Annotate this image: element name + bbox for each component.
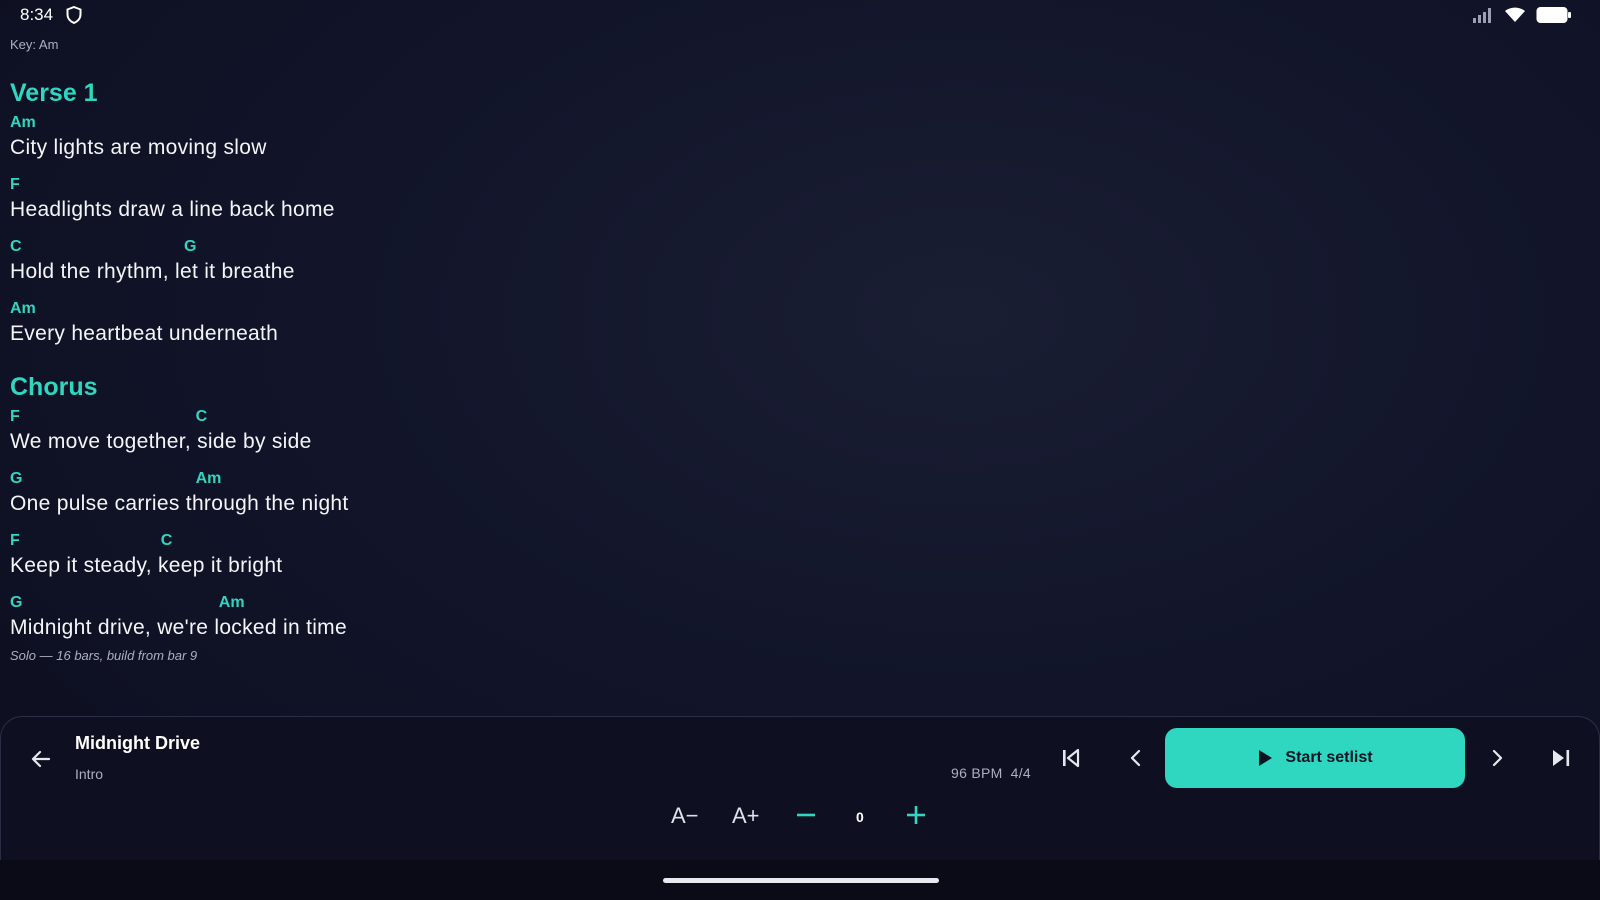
player-panel: Midnight Drive Intro 96 BPM 4/4 Start set…	[0, 716, 1600, 861]
chord-label[interactable]: C	[161, 532, 173, 550]
chord-label[interactable]: Am	[196, 470, 222, 488]
lyric-text: Headlights draw a line back home	[10, 198, 335, 221]
shield-icon	[66, 5, 82, 29]
lyric-text: City lights are moving slow	[10, 136, 267, 159]
lyric-line: Am Every heartbeat underneath	[10, 296, 910, 358]
chord-label[interactable]: F	[10, 408, 20, 426]
chord-row: Am	[10, 296, 910, 320]
chord-label[interactable]: Am	[10, 300, 36, 318]
chord-label[interactable]: G	[184, 238, 196, 256]
start-setlist-label: Start setlist	[1285, 749, 1373, 766]
wifi-icon	[1504, 7, 1526, 28]
performance-note: Solo — 16 bars, build from bar 9	[10, 648, 198, 663]
chord-row: G Am	[10, 590, 910, 614]
chord-label[interactable]: F	[10, 176, 20, 194]
lyric-text: Hold the rhythm, let it breathe	[10, 260, 295, 283]
chord-row: FC	[10, 528, 910, 552]
next-button[interactable]	[1479, 740, 1515, 776]
chord-label[interactable]: F	[10, 532, 20, 550]
skip-previous-icon	[1063, 748, 1080, 768]
status-bar: 8:34	[0, 0, 1600, 30]
chord-label[interactable]: G	[10, 594, 22, 612]
lyric-line: F C We move together, side by side	[10, 404, 910, 466]
lyric-line: F Headlights draw a line back home	[10, 172, 910, 234]
lyrics-sheet: Verse 1 Am City lights are moving slow F Hea…	[10, 76, 910, 652]
lyric-text: One pulse carries through the night	[10, 492, 349, 515]
chord-row: CG	[10, 234, 910, 258]
transpose-value: 0	[856, 809, 864, 825]
battery-icon	[1536, 6, 1572, 29]
chord-row: Am	[10, 110, 910, 134]
chord-row: F	[10, 172, 910, 196]
bpm-label: 96 BPM	[951, 765, 1003, 781]
skip-previous-button[interactable]	[1053, 740, 1089, 776]
song-title: Midnight Drive	[75, 733, 200, 753]
start-setlist-button[interactable]: Start setlist	[1165, 728, 1465, 788]
skip-next-icon	[1553, 750, 1570, 766]
lyric-text: Keep it steady, keep it bright	[10, 554, 283, 577]
arrow-left-icon	[31, 750, 51, 768]
chord-label[interactable]: C	[196, 408, 208, 426]
tempo-meta: 96 BPM 4/4	[951, 765, 1031, 781]
chord-row: FC	[10, 404, 910, 428]
chord-label[interactable]: Am	[10, 114, 36, 132]
lyric-line: G Am One pulse carries through the night	[10, 466, 910, 528]
section-title: Chorus	[10, 373, 98, 401]
chevron-left-icon	[1130, 749, 1141, 767]
song-key: Key: Am	[10, 37, 59, 52]
time-signature: 4/4	[1010, 765, 1031, 781]
lyric-text: We move together, side by side	[10, 430, 312, 453]
play-icon	[1259, 750, 1273, 766]
minus-icon	[797, 813, 815, 817]
lyric-line: G Am Midnight drive, we're locked in time	[10, 590, 910, 652]
lyric-line: F C Keep it steady, keep it bright	[10, 528, 910, 590]
signal-icon	[1472, 7, 1494, 28]
home-indicator[interactable]	[663, 878, 939, 883]
font-larger-button[interactable]: A+	[732, 803, 760, 829]
skip-next-button[interactable]	[1543, 740, 1579, 776]
section-title: Verse 1	[10, 79, 98, 107]
chord-row: G Am	[10, 466, 910, 490]
lyric-text: Midnight drive, we're locked in time	[10, 616, 347, 639]
lyric-line: Am City lights are moving slow	[10, 110, 910, 172]
plus-icon	[907, 806, 925, 824]
chord-label[interactable]: Am	[219, 594, 245, 612]
lyric-text: Every heartbeat underneath	[10, 322, 279, 345]
chevron-right-icon	[1492, 749, 1503, 767]
transpose-down-button[interactable]	[788, 797, 824, 833]
previous-button[interactable]	[1118, 740, 1154, 776]
chord-label[interactable]: G	[10, 470, 22, 488]
transpose-up-button[interactable]	[898, 797, 934, 833]
current-section: Intro	[75, 766, 104, 782]
back-button[interactable]	[23, 741, 59, 777]
chord-label[interactable]: C	[10, 238, 22, 256]
lyric-line: C G Hold the rhythm, let it breathe	[10, 234, 910, 296]
status-time: 8:34	[20, 5, 54, 24]
font-smaller-button[interactable]: A−	[671, 803, 699, 829]
